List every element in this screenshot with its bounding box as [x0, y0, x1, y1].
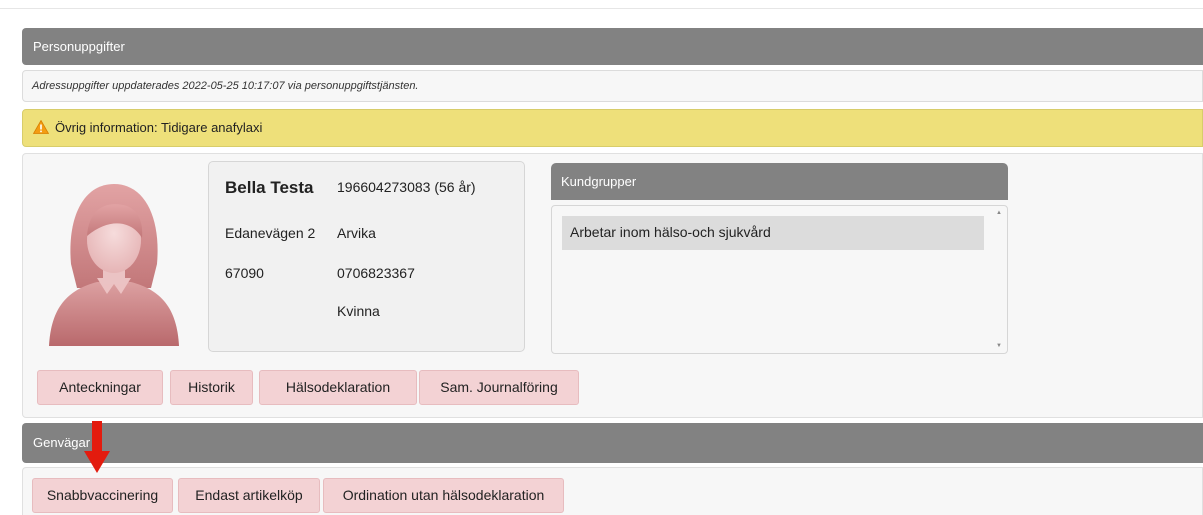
- scroll-up-icon[interactable]: ▲: [996, 210, 1002, 216]
- genvagar-panel: Snabbvaccinering Endast artikelköp Ordin…: [22, 467, 1203, 515]
- kundgrupper-list[interactable]: Arbetar inom hälso-och sjukvård ▲ ▼: [551, 205, 1008, 354]
- person-gender: Kvinna: [337, 303, 380, 319]
- warning-text: Övrig information: Tidigare anafylaxi: [55, 120, 263, 135]
- warning-icon: [33, 120, 49, 134]
- person-phone: 0706823367: [337, 265, 415, 281]
- list-item[interactable]: Arbetar inom hälso-och sjukvård: [562, 216, 984, 250]
- person-street: Edanevägen 2: [225, 225, 316, 241]
- person-personal-number: 196604273083 (56 år): [337, 179, 476, 195]
- kundgrupp-label: Arbetar inom hälso-och sjukvård: [570, 224, 771, 240]
- personuppgifter-title: Personuppgifter: [33, 39, 125, 54]
- scroll-down-icon[interactable]: ▼: [996, 343, 1002, 349]
- person-details-card: Bella Testa 196604273083 (56 år) Edanevä…: [208, 161, 525, 352]
- endast-artikelkop-button[interactable]: Endast artikelköp: [178, 478, 320, 513]
- genvagar-header: Genvägar: [22, 423, 1203, 463]
- personuppgifter-header: Personuppgifter: [22, 28, 1203, 65]
- person-name: Bella Testa: [225, 178, 314, 197]
- red-down-arrow: [84, 421, 110, 473]
- snabbvaccinering-button[interactable]: Snabbvaccinering: [32, 478, 173, 513]
- person-panel: Bella Testa 196604273083 (56 år) Edanevä…: [22, 153, 1203, 418]
- top-divider: [0, 8, 1203, 9]
- anteckningar-button[interactable]: Anteckningar: [37, 370, 163, 405]
- warning-bar: Övrig information: Tidigare anafylaxi: [22, 109, 1203, 147]
- person-city: Arvika: [337, 225, 376, 241]
- address-update-text: Adressuppgifter uppdaterades 2022-05-25 …: [32, 80, 419, 92]
- kundgrupper-header: Kundgrupper: [551, 163, 1008, 200]
- address-update-note: Adressuppgifter uppdaterades 2022-05-25 …: [22, 70, 1203, 102]
- historik-button[interactable]: Historik: [170, 370, 253, 405]
- sam-journalforing-button[interactable]: Sam. Journalföring: [419, 370, 579, 405]
- genvagar-title: Genvägar: [33, 435, 91, 450]
- halsodeklaration-button[interactable]: Hälsodeklaration: [259, 370, 417, 405]
- kundgrupper-title: Kundgrupper: [561, 174, 637, 189]
- female-avatar-icon: [49, 184, 179, 346]
- person-postal-code: 67090: [225, 265, 264, 281]
- ordination-utan-halsodeklaration-button[interactable]: Ordination utan hälsodeklaration: [323, 478, 564, 513]
